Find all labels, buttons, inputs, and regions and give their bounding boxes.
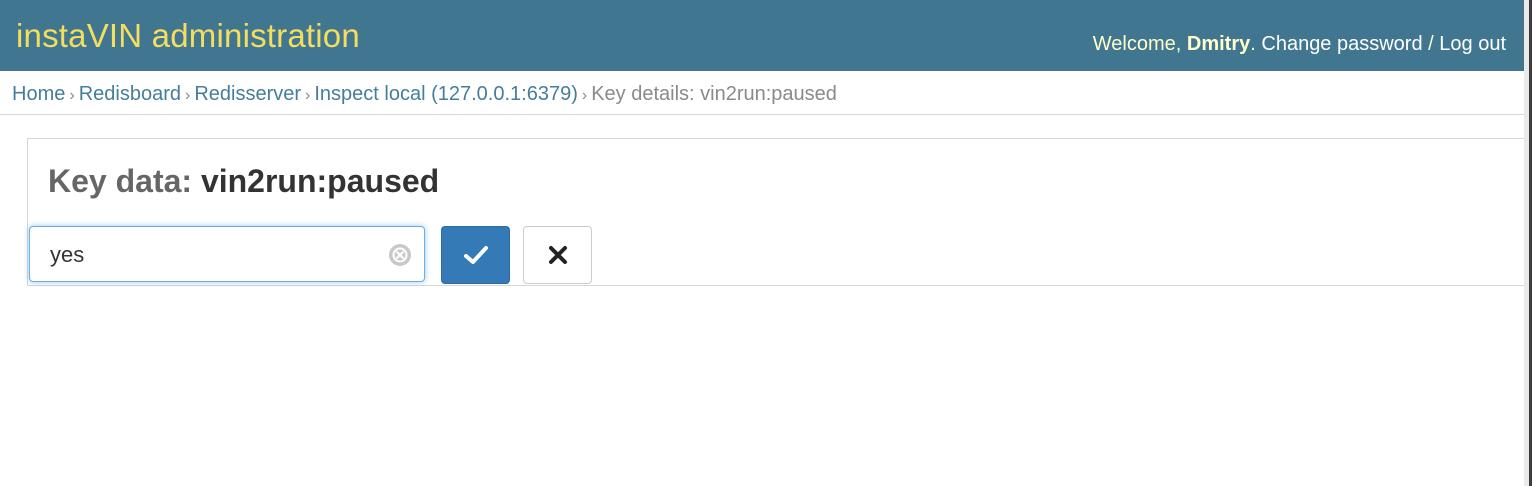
breadcrumb-home[interactable]: Home [12, 83, 65, 105]
check-icon [463, 246, 488, 264]
breadcrumb-redisboard[interactable]: Redisboard [79, 83, 181, 105]
welcome-period: . [1250, 33, 1256, 55]
breadcrumb-inspect-local[interactable]: Inspect local (127.0.0.1:6379) [314, 83, 578, 105]
key-name: vin2run:paused [200, 163, 440, 199]
key-value-input[interactable] [48, 227, 382, 283]
window-edge [1524, 0, 1532, 486]
page-title: Key data: vin2run:paused [48, 161, 439, 201]
key-data-module: Key data: vin2run:paused [27, 138, 1527, 286]
clear-circle-icon[interactable] [388, 243, 412, 267]
breadcrumb-separator: › [184, 87, 191, 104]
site-header: instaVIN administration Welcome, Dmitry.… [0, 0, 1532, 71]
value-input-wrapper [29, 226, 425, 283]
change-password-link[interactable]: Change password [1261, 33, 1422, 55]
welcome-text: Welcome, [1092, 33, 1182, 55]
breadcrumb-current: Key details: vin2run:paused [591, 83, 837, 105]
breadcrumb-separator: › [581, 87, 588, 104]
cancel-button[interactable] [523, 226, 592, 284]
title-prefix: Key data: [48, 163, 193, 199]
username: Dmitry [1186, 33, 1251, 55]
logout-link[interactable]: Log out [1439, 33, 1506, 55]
breadcrumb-redisserver[interactable]: Redisserver [194, 83, 301, 105]
site-brand[interactable]: instaVIN administration [16, 16, 360, 56]
close-icon [548, 246, 567, 264]
save-button[interactable] [441, 226, 510, 284]
breadcrumb: Home › Redisboard › Redisserver › Inspect loca… [0, 73, 1524, 115]
breadcrumb-separator: › [69, 87, 75, 104]
breadcrumb-separator: › [305, 87, 311, 104]
user-tools: Welcome, Dmitry. Change password / Log o… [1093, 31, 1506, 57]
user-tools-separator: / [1422, 33, 1440, 55]
